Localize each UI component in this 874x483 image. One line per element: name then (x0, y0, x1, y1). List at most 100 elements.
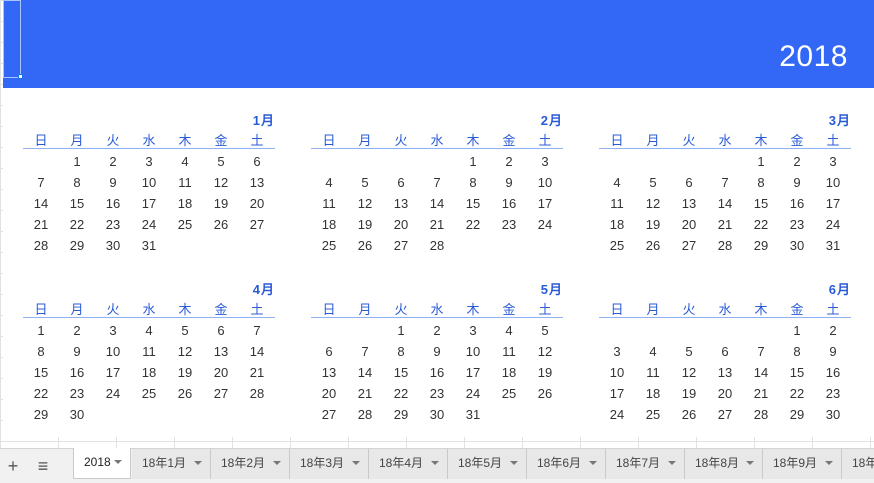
weekday-label: 日 (34, 302, 48, 317)
chevron-down-icon[interactable] (114, 460, 122, 464)
day-cell: 13 (393, 196, 409, 211)
day-cell: 29 (393, 407, 409, 422)
day-cell: 12 (645, 196, 661, 211)
day-cell: 5 (685, 344, 693, 359)
day-cell: 7 (433, 175, 441, 190)
weekday-label: 金 (214, 133, 228, 148)
chevron-down-icon[interactable] (352, 461, 360, 465)
day-cell: 22 (753, 217, 769, 232)
day-cell: 22 (69, 217, 85, 232)
sheet-tab[interactable]: 18年7月 (606, 449, 685, 479)
day-cell: 4 (505, 323, 513, 338)
day-cell: 15 (753, 196, 769, 211)
weekday-label: 土 (538, 302, 552, 317)
chevron-down-icon[interactable] (510, 461, 518, 465)
sheet-tab[interactable]: 18年3月 (290, 449, 369, 479)
sheet-tab[interactable]: 18年2月 (211, 449, 290, 479)
day-cell: 17 (609, 386, 625, 401)
chevron-down-icon[interactable] (589, 461, 597, 465)
day-cell: 8 (757, 175, 765, 190)
day-cell: 4 (145, 323, 153, 338)
fill-handle[interactable] (18, 74, 23, 79)
spreadsheet-grid[interactable]: 2018 1月日月火水木金土 1 2 3 4 5 6 7 8 9 10 11 12 13 14 15 16 17 1… (0, 0, 874, 448)
day-cell: 20 (717, 386, 733, 401)
month-calendar: 1月日月火水木金土 1 2 3 4 5 6 7 8 9 10 11 12 13 14 15 16 17 18 19 20… (23, 110, 275, 260)
day-cell: 26 (681, 407, 697, 422)
chevron-down-icon[interactable] (273, 461, 281, 465)
day-cell: 18 (609, 217, 625, 232)
sheet-tab-label: 18年7月 (616, 456, 661, 470)
weekday-label: 火 (106, 302, 120, 317)
day-cell: 16 (105, 196, 121, 211)
day-cell: 7 (721, 175, 729, 190)
weekday-label: 金 (790, 302, 804, 317)
day-cell: 28 (717, 238, 733, 253)
day-cell: 3 (469, 323, 477, 338)
weekday-label: 土 (826, 302, 840, 317)
weekday-label: 水 (430, 133, 444, 148)
day-cell: 15 (33, 365, 49, 380)
sheet-tab-active[interactable]: 2018 (73, 448, 131, 479)
day-cell: 1 (793, 323, 801, 338)
month-title: 2月 (540, 113, 563, 128)
sheet-tab[interactable]: 18年1月 (132, 449, 211, 479)
day-cell: 3 (829, 154, 837, 169)
day-cell: 13 (321, 365, 337, 380)
day-cell: 17 (141, 196, 157, 211)
sheet-tab[interactable]: 18年4月 (369, 449, 448, 479)
day-cell: 23 (825, 386, 841, 401)
menu-list-icon[interactable]: ≡ (32, 455, 54, 477)
day-cell: 24 (105, 386, 121, 401)
weekday-label: 木 (466, 302, 480, 317)
sheet-tab-label: 18年9月 (773, 456, 818, 470)
day-cell: 25 (501, 386, 517, 401)
sheet-tab[interactable]: 18年9月 (763, 449, 842, 479)
day-cell: 2 (505, 154, 513, 169)
chevron-down-icon[interactable] (194, 461, 202, 465)
chevron-down-icon[interactable] (668, 461, 676, 465)
weekday-label: 水 (718, 302, 732, 317)
chevron-down-icon[interactable] (746, 461, 754, 465)
day-cell: 11 (646, 365, 660, 380)
day-cell: 18 (321, 217, 337, 232)
chevron-down-icon[interactable] (431, 461, 439, 465)
day-cell: 6 (217, 323, 225, 338)
day-cell: 30 (825, 407, 841, 422)
day-cell: 20 (393, 217, 409, 232)
day-cell: 10 (609, 365, 625, 380)
day-cell: 4 (649, 344, 657, 359)
day-cell: 24 (537, 217, 553, 232)
weekday-label: 木 (466, 133, 480, 148)
day-cell: 6 (721, 344, 729, 359)
day-cell: 5 (541, 323, 549, 338)
day-cell: 19 (357, 217, 373, 232)
sheet-tab-label: 18年8月 (695, 456, 740, 470)
weekday-label: 日 (610, 133, 624, 148)
day-cell: 12 (357, 196, 373, 211)
day-cell: 28 (249, 386, 265, 401)
day-cell: 6 (253, 154, 261, 169)
day-cell: 23 (69, 386, 85, 401)
sheet-tab[interactable]: 18年 (842, 449, 874, 479)
weekday-label: 火 (394, 302, 408, 317)
day-cell: 25 (645, 407, 661, 422)
sheet-tab[interactable]: 18年5月 (448, 449, 527, 479)
day-cell: 19 (177, 365, 193, 380)
day-cell: 31 (465, 407, 481, 422)
day-cell: 22 (789, 386, 805, 401)
day-cell: 24 (465, 386, 481, 401)
plus-icon[interactable]: + (2, 455, 24, 477)
chevron-down-icon[interactable] (825, 461, 833, 465)
day-cell: 9 (829, 344, 837, 359)
sheet-tab[interactable]: 18年8月 (685, 449, 763, 479)
day-cell: 7 (361, 344, 369, 359)
day-cell: 10 (105, 344, 121, 359)
weekday-label: 月 (358, 133, 372, 148)
day-cell: 1 (469, 154, 477, 169)
weekday-header: 日月火水木金土 (23, 297, 275, 318)
day-cell: 10 (465, 344, 481, 359)
day-cell: 29 (33, 407, 49, 422)
selected-cell[interactable] (3, 0, 21, 78)
sheet-tab[interactable]: 18年6月 (527, 449, 606, 479)
day-cell: 27 (681, 238, 697, 253)
